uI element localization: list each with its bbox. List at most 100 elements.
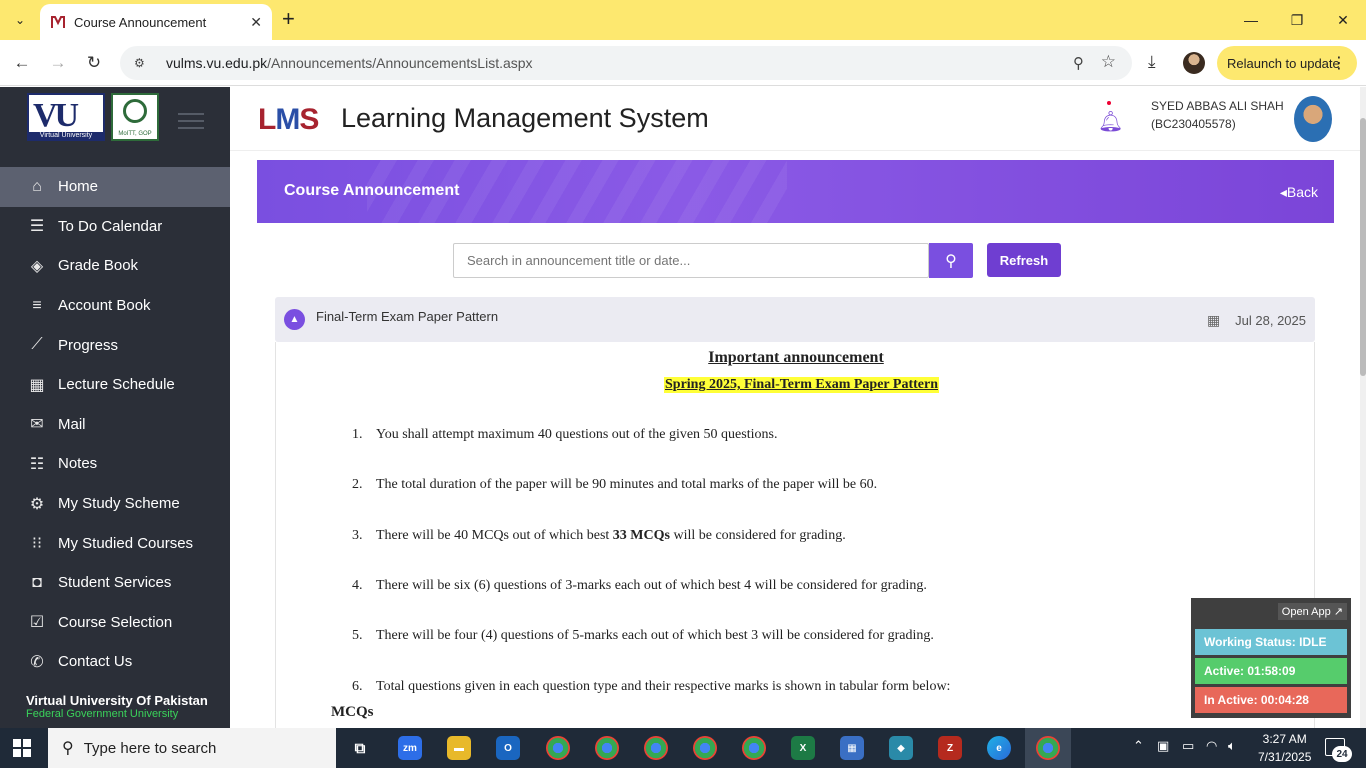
clock-date: 7/31/2025 bbox=[1258, 750, 1312, 764]
reload-icon[interactable]: ↻ bbox=[81, 50, 107, 76]
relaunch-button[interactable]: Relaunch to update ⋮ bbox=[1217, 46, 1357, 80]
list-item: 3. There will be 40 MCQs out of which bes… bbox=[352, 528, 846, 543]
notification-dot bbox=[1107, 101, 1111, 105]
sidebar-item-my-studied-courses[interactable]: ⁝⁝ My Studied Courses bbox=[0, 523, 230, 563]
bookmark-star-icon[interactable]: ☆ bbox=[1101, 52, 1116, 72]
sidebar-item-home[interactable]: ⌂ Home bbox=[0, 167, 230, 207]
clock-time: 3:27 AM bbox=[1262, 732, 1307, 746]
hamburger-menu-icon[interactable] bbox=[178, 113, 204, 134]
refresh-button[interactable]: Refresh bbox=[987, 243, 1061, 277]
chrome-active-icon[interactable] bbox=[1036, 736, 1060, 760]
sliders-icon: ≡ bbox=[32, 296, 42, 314]
calculator-icon[interactable]: ▦ bbox=[840, 736, 864, 760]
browser-tab[interactable]: Course Announcement ✕ bbox=[40, 4, 272, 40]
zoom-icon[interactable]: ⚲ bbox=[1073, 54, 1084, 72]
vu-logo-text: VU bbox=[33, 97, 79, 134]
grid-dots-icon: ⁝⁝ bbox=[31, 535, 43, 553]
sidebar-item-notes[interactable]: ☷ Notes bbox=[0, 444, 230, 484]
layers-icon: ◈ bbox=[30, 257, 44, 275]
zoom-app-icon[interactable]: zm bbox=[398, 736, 422, 760]
app-diamond-icon[interactable]: ◆ bbox=[889, 736, 913, 760]
windows-start-icon[interactable] bbox=[13, 739, 31, 757]
sidebar-item-label: Account Book bbox=[58, 297, 151, 315]
phone-icon: ✆ bbox=[30, 653, 44, 671]
taskbar-search[interactable]: ⚲ Type here to search bbox=[48, 728, 336, 768]
file-explorer-icon[interactable]: ▬ bbox=[447, 736, 471, 760]
filezilla-icon[interactable]: Z bbox=[938, 736, 962, 760]
menu-dots-icon[interactable]: ⋮ bbox=[1331, 53, 1347, 73]
app-header: LMS Learning Management System 🔔︎ SYED A… bbox=[230, 87, 1360, 151]
new-tab-button[interactable]: + bbox=[282, 8, 295, 30]
site-info-icon[interactable]: ⚙ bbox=[134, 56, 150, 70]
user-name: SYED ABBAS ALI SHAH bbox=[1151, 99, 1284, 113]
list-item: 4. There will be six (6) questions of 3-m… bbox=[352, 578, 927, 593]
announcement-title: Final-Term Exam Paper Pattern bbox=[316, 309, 499, 324]
sidebar-item-student-services[interactable]: ◘ Student Services bbox=[0, 563, 230, 603]
search-button[interactable]: ⚲ bbox=[929, 243, 973, 278]
tab-list-button[interactable]: ⌄ bbox=[8, 8, 32, 32]
university-subtitle: Federal Government University bbox=[26, 708, 179, 720]
download-icon[interactable]: ⤓ bbox=[1148, 52, 1156, 72]
announcement-heading: Important announcement bbox=[708, 349, 884, 366]
announcement-header[interactable]: ▲ Final-Term Exam Paper Pattern ▦ Jul 28… bbox=[275, 297, 1315, 342]
announcement-subheading: Spring 2025, Final-Term Exam Paper Patte… bbox=[664, 377, 939, 393]
meet-now-icon[interactable]: ▣ bbox=[1157, 738, 1169, 754]
user-info[interactable]: SYED ABBAS ALI SHAH (BC230405578) bbox=[1151, 97, 1284, 133]
sidebar-item-label: My Study Scheme bbox=[58, 495, 180, 513]
sidebar-item-my-study-scheme[interactable]: ⚙ My Study Scheme bbox=[0, 484, 230, 524]
sidebar-item-lecture-schedule[interactable]: ▦ Lecture Schedule bbox=[0, 365, 230, 405]
tab-close-icon[interactable]: ✕ bbox=[250, 14, 262, 31]
chrome-icon[interactable] bbox=[644, 736, 668, 760]
sidebar-item-label: Student Services bbox=[58, 574, 172, 592]
open-app-button[interactable]: Open App ↗ bbox=[1277, 603, 1347, 620]
section-label: MCQs bbox=[331, 704, 374, 720]
address-bar[interactable]: ⚙ vulms.vu.edu.pk/Announcements/Announce… bbox=[120, 46, 1132, 80]
close-window-button[interactable]: ✕ bbox=[1320, 0, 1366, 40]
excel-icon[interactable]: X bbox=[791, 736, 815, 760]
profile-avatar[interactable] bbox=[1183, 52, 1205, 74]
battery-icon[interactable]: ▭ bbox=[1182, 738, 1194, 754]
list-item: 6. Total questions given in each question… bbox=[352, 679, 951, 694]
user-avatar[interactable] bbox=[1294, 96, 1332, 142]
relaunch-label: Relaunch to update bbox=[1227, 55, 1340, 71]
edge-icon[interactable]: e bbox=[987, 736, 1011, 760]
sidebar-item-grade-book[interactable]: ◈ Grade Book bbox=[0, 246, 230, 286]
vu-logo[interactable]: VU Virtual University bbox=[27, 93, 105, 141]
page-scrollbar-thumb[interactable] bbox=[1360, 118, 1366, 376]
sidebar-item-account-book[interactable]: ≡ Account Book bbox=[0, 286, 230, 326]
chrome-icon[interactable] bbox=[742, 736, 766, 760]
minimize-button[interactable]: — bbox=[1228, 0, 1274, 40]
sidebar-item-label: To Do Calendar bbox=[58, 217, 163, 235]
sidebar-item-label: Grade Book bbox=[58, 257, 139, 275]
home-icon: ⌂ bbox=[32, 177, 42, 195]
announcement-search-input[interactable] bbox=[453, 243, 929, 278]
taskbar-clock[interactable]: 3:27 AM 7/31/2025 bbox=[1258, 730, 1311, 766]
active-time: Active: 01:58:09 bbox=[1195, 658, 1347, 684]
lms-logo[interactable]: LMS bbox=[258, 103, 319, 137]
volume-icon[interactable]: 🔈︎ bbox=[1228, 738, 1236, 754]
banner-title: Course Announcement bbox=[284, 182, 460, 199]
back-link[interactable]: ◂Back bbox=[1280, 184, 1318, 201]
taskbar-search-placeholder: Type here to search bbox=[83, 739, 217, 757]
calendar-icon: ▦ bbox=[1207, 312, 1221, 328]
sidebar-item-label: My Studied Courses bbox=[58, 534, 194, 552]
outlook-icon[interactable]: O bbox=[496, 736, 520, 760]
chrome-icon[interactable] bbox=[693, 736, 717, 760]
sidebar-item-course-selection[interactable]: ☑ Course Selection bbox=[0, 603, 230, 643]
forward-arrow-icon[interactable]: → bbox=[45, 50, 71, 76]
tray-chevron-icon[interactable]: ⌃ bbox=[1133, 738, 1144, 754]
sidebar-item-mail[interactable]: ✉ Mail bbox=[0, 405, 230, 445]
chrome-icon[interactable] bbox=[546, 736, 570, 760]
sidebar-item-label: Progress bbox=[58, 336, 119, 354]
sidebar-item-to-do-calendar[interactable]: ☰ To Do Calendar bbox=[0, 207, 230, 247]
browser-toolbar: ← → ↻ ⚙ vulms.vu.edu.pk/Announcements/An… bbox=[0, 40, 1366, 86]
back-arrow-icon[interactable]: ← bbox=[9, 50, 35, 76]
sidebar-item-contact-us[interactable]: ✆ Contact Us bbox=[0, 642, 230, 682]
sidebar-item-label: Lecture Schedule bbox=[58, 376, 175, 394]
sidebar-item-progress[interactable]: ⟋ Progress bbox=[0, 325, 230, 365]
wifi-icon[interactable]: ◠ bbox=[1206, 738, 1217, 754]
bell-icon[interactable]: 🔔︎ bbox=[1098, 109, 1123, 134]
maximize-button[interactable]: ❐ bbox=[1274, 0, 1320, 40]
chrome-icon[interactable] bbox=[595, 736, 619, 760]
task-view-icon[interactable]: ⧉ bbox=[348, 736, 372, 760]
